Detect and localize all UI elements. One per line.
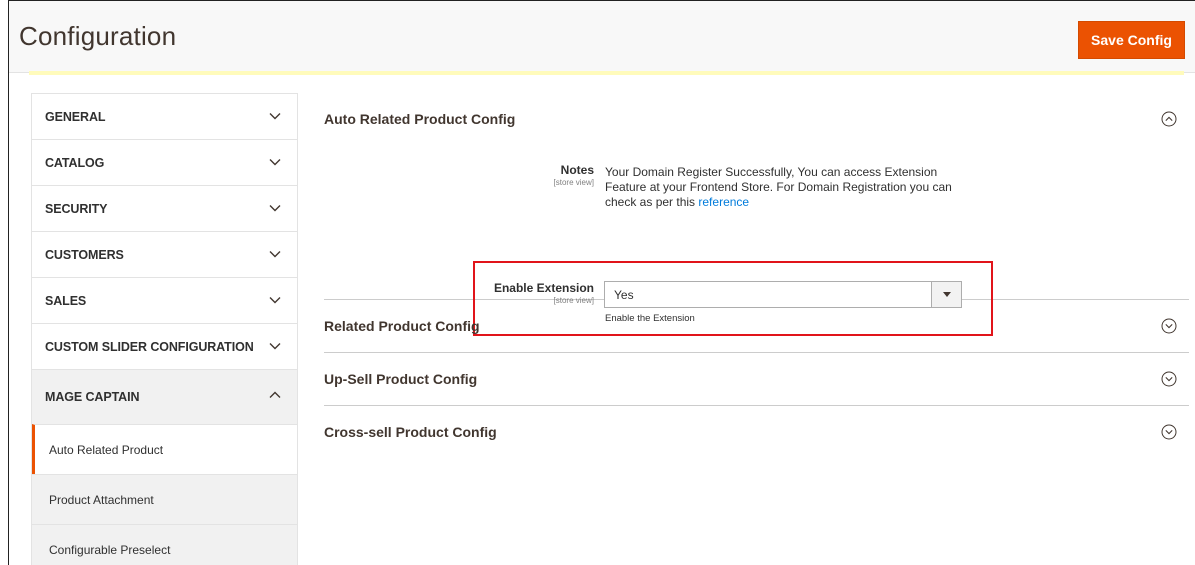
nav-section-label: CUSTOM SLIDER CONFIGURATION [45,340,254,354]
chevron-up-icon [269,391,281,398]
admin-frame: Configuration Save Config GENERAL CATALO… [8,0,1195,565]
section-header[interactable]: Auto Related Product Config [324,93,1189,145]
nav-item-label: Configurable Preselect [49,543,171,557]
collapse-circle-icon[interactable] [1161,111,1177,127]
nav-section-customers[interactable]: CUSTOMERS [32,232,297,278]
chevron-down-icon [269,205,281,212]
section-body: Notes [store view] Your Domain Register … [324,145,1189,336]
nav-section-label: SALES [45,294,87,308]
config-sidebar: GENERAL CATALOG SECURITY CUSTOMERS SALES… [31,93,298,565]
nav-section-label: SECURITY [45,202,108,216]
page-header: Configuration Save Config [9,1,1195,73]
config-content: Auto Related Product Config Notes [store… [324,93,1189,458]
section-title: Up-Sell Product Config [324,371,478,387]
nav-section-label: CATALOG [45,156,105,170]
chevron-down-icon [269,297,281,304]
section-cross-sell-product-config: Cross-sell Product Config [324,406,1189,458]
nav-section-label: CUSTOMERS [45,248,124,262]
chevron-down-icon [269,113,281,120]
notes-text: Your Domain Register Successfully, You c… [605,165,975,210]
section-up-sell-product-config: Up-Sell Product Config [324,353,1189,406]
page-title: Configuration [19,21,177,51]
nav-section-label: GENERAL [45,110,106,124]
nav-section-label: MAGE CAPTAIN [45,390,140,404]
chevron-down-icon [269,343,281,350]
section-title: Auto Related Product Config [324,111,516,127]
nav-section-sales[interactable]: SALES [32,278,297,324]
notes-message: Your Domain Register Successfully, You c… [605,165,952,209]
nav-section-general[interactable]: GENERAL [32,94,297,140]
section-title: Related Product Config [324,318,480,334]
chevron-down-icon [269,251,281,258]
notes-label: Notes [560,163,594,177]
nav-item-label: Auto Related Product [49,443,164,457]
notice-bar [29,71,1184,75]
chevron-down-icon [269,159,281,166]
section-title: Cross-sell Product Config [324,424,497,440]
section-auto-related-product-config: Auto Related Product Config Notes [store… [324,93,1189,336]
nav-item-label: Product Attachment [49,493,154,507]
section-header[interactable]: Related Product Config [324,300,1189,352]
nav-section-security[interactable]: SECURITY [32,186,297,232]
section-related-product-config: Related Product Config [324,300,1189,353]
section-header[interactable]: Cross-sell Product Config [324,406,1189,458]
nav-section-mage-captain[interactable]: MAGE CAPTAIN [32,370,297,424]
notes-label-group: Notes [store view] [324,163,594,187]
expand-circle-icon[interactable] [1161,424,1177,440]
enable-extension-label: Enable Extension [493,281,594,295]
section-header[interactable]: Up-Sell Product Config [324,353,1189,405]
notes-scope: [store view] [553,178,594,187]
expand-circle-icon[interactable] [1161,318,1177,334]
reference-link[interactable]: reference [698,195,749,209]
nav-item-auto-related-product[interactable]: Auto Related Product [32,424,297,474]
nav-section-custom-slider[interactable]: CUSTOM SLIDER CONFIGURATION [32,324,297,370]
nav-section-catalog[interactable]: CATALOG [32,140,297,186]
nav-item-product-attachment[interactable]: Product Attachment [32,474,297,524]
nav-item-configurable-preselect[interactable]: Configurable Preselect [32,524,297,565]
expand-circle-icon[interactable] [1161,371,1177,387]
save-config-button[interactable]: Save Config [1078,21,1185,59]
